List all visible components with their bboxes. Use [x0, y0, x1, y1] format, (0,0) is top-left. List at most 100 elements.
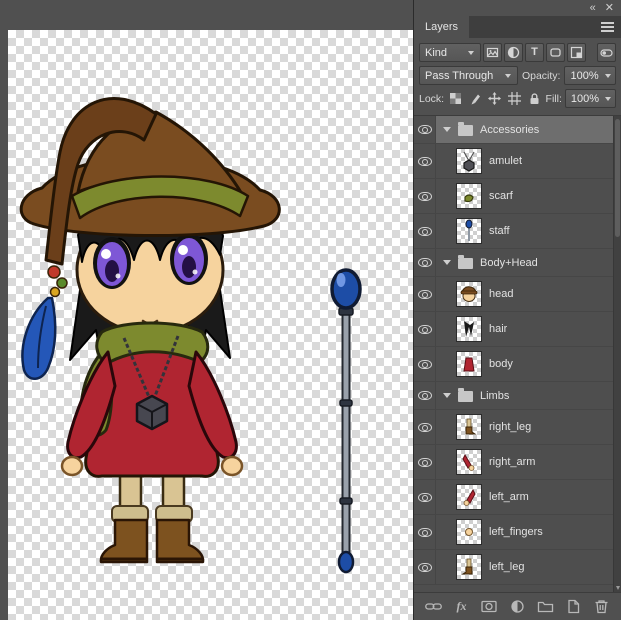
visibility-toggle[interactable] — [414, 445, 436, 479]
toggle-switch-icon — [600, 46, 613, 59]
add-layer-mask-button[interactable] — [480, 598, 499, 615]
new-layer-button[interactable] — [564, 598, 583, 615]
lock-all-button[interactable] — [526, 90, 543, 107]
layer-row-body[interactable]: body — [414, 347, 613, 382]
filter-toggle-button[interactable] — [597, 43, 616, 62]
layers-panel: « ✕ Layers Kind — [413, 0, 621, 620]
layer-thumbnail-right-arm[interactable] — [456, 449, 482, 475]
opacity-label: Opacity: — [522, 70, 561, 82]
type-filter-button[interactable]: T — [525, 43, 544, 62]
layer-thumbnail-amulet[interactable] — [456, 148, 482, 174]
tab-layers[interactable]: Layers — [414, 16, 469, 38]
chevron-down-icon — [505, 74, 511, 78]
chevron-down-icon — [605, 74, 611, 78]
visibility-toggle[interactable] — [414, 515, 436, 549]
layer-row-left-fingers[interactable]: left_fingers — [414, 515, 613, 550]
layer-thumbnail-scarf[interactable] — [456, 183, 482, 209]
eye-icon — [418, 423, 432, 432]
pixel-filter-button[interactable] — [483, 43, 502, 62]
visibility-toggle[interactable] — [414, 179, 436, 213]
visibility-toggle[interactable] — [414, 382, 436, 409]
kind-filter-select[interactable]: Kind — [419, 43, 481, 62]
visibility-toggle[interactable] — [414, 249, 436, 276]
panel-bottom-bar: fx — [414, 593, 621, 620]
visibility-toggle[interactable] — [414, 480, 436, 514]
lock-label: Lock: — [419, 93, 444, 105]
blend-mode-select[interactable]: Pass Through — [419, 66, 518, 85]
tab-layers-label: Layers — [425, 21, 458, 33]
scroll-down-icon[interactable] — [616, 586, 620, 590]
scrollbar-thumb[interactable] — [615, 119, 620, 237]
layer-thumbnail-staff[interactable] — [456, 218, 482, 244]
layer-row-left-leg[interactable]: left_leg — [414, 550, 613, 585]
layer-group-row-limbs[interactable]: Limbs — [414, 382, 613, 410]
visibility-toggle[interactable] — [414, 214, 436, 248]
new-group-button[interactable] — [536, 598, 555, 615]
smart-object-filter-button[interactable] — [567, 43, 586, 62]
layer-label: hair — [489, 323, 507, 335]
lock-pixels-button[interactable] — [467, 90, 484, 107]
layer-row-hair[interactable]: hair — [414, 312, 613, 347]
link-layers-button[interactable] — [424, 598, 443, 615]
collapse-panel-icon[interactable]: « — [590, 0, 596, 16]
layer-row-head[interactable]: head — [414, 277, 613, 312]
layer-thumbnail-right-leg[interactable] — [456, 414, 482, 440]
layer-thumbnail-left-leg[interactable] — [456, 554, 482, 580]
layer-effects-button[interactable]: fx — [452, 598, 471, 615]
chevron-down-icon[interactable] — [443, 260, 451, 265]
layer-group-row-accessories[interactable]: Accessories — [414, 116, 613, 144]
eye-icon — [418, 563, 432, 572]
eye-icon — [418, 325, 432, 334]
chevron-down-icon[interactable] — [443, 127, 451, 132]
visibility-toggle[interactable] — [414, 550, 436, 584]
visibility-toggle[interactable] — [414, 312, 436, 346]
panel-chrome: « ✕ — [414, 0, 621, 16]
shape-filter-button[interactable] — [546, 43, 565, 62]
close-panel-icon[interactable]: ✕ — [605, 0, 614, 16]
staff-illustration — [332, 270, 360, 572]
layer-row-right-leg[interactable]: right_leg — [414, 410, 613, 445]
layer-row-right-arm[interactable]: right_arm — [414, 445, 613, 480]
application-window: « ✕ Layers Kind — [0, 0, 621, 620]
hat-beads — [48, 266, 67, 297]
adjustment-layer-icon — [507, 46, 520, 59]
new-layer-icon — [565, 599, 582, 614]
visibility-toggle[interactable] — [414, 410, 436, 444]
document-canvas[interactable] — [8, 30, 413, 620]
layer-row-left-arm[interactable]: left_arm — [414, 480, 613, 515]
chevron-down-icon[interactable] — [443, 393, 451, 398]
layer-thumbnail-head[interactable] — [456, 281, 482, 307]
filter-row: Kind T — [419, 43, 616, 62]
lock-artboard-button[interactable] — [506, 90, 523, 107]
eye-icon — [418, 192, 432, 201]
visibility-toggle[interactable] — [414, 144, 436, 178]
visibility-toggle[interactable] — [414, 347, 436, 381]
panel-menu-button[interactable] — [594, 16, 621, 38]
layer-row-staff[interactable]: staff — [414, 214, 613, 249]
layer-row-scarf[interactable]: scarf — [414, 179, 613, 214]
layer-group-row-body-head[interactable]: Body+Head — [414, 249, 613, 277]
layer-row-amulet[interactable]: amulet — [414, 144, 613, 179]
opacity-select[interactable]: 100% — [564, 66, 616, 85]
kind-filter-label: Kind — [425, 47, 453, 59]
fill-select[interactable]: 100% — [565, 89, 616, 108]
chevron-down-icon — [605, 97, 611, 101]
new-adjustment-layer-button[interactable] — [508, 598, 527, 615]
layer-thumbnail-left-fingers[interactable] — [456, 519, 482, 545]
lock-transparency-button[interactable] — [447, 90, 464, 107]
layer-label: staff — [489, 225, 510, 237]
layer-thumbnail-body[interactable] — [456, 351, 482, 377]
lock-position-button[interactable] — [486, 90, 503, 107]
layer-thumbnail-left-arm[interactable] — [456, 484, 482, 510]
adjustment-filter-button[interactable] — [504, 43, 523, 62]
pixel-layer-icon — [486, 46, 499, 59]
visibility-toggle[interactable] — [414, 116, 436, 143]
brush-icon — [469, 92, 482, 105]
visibility-toggle[interactable] — [414, 277, 436, 311]
lock-row: Lock: — [419, 89, 616, 108]
head-thumb-art — [457, 282, 481, 306]
layer-thumbnail-hair[interactable] — [456, 316, 482, 342]
delete-layer-button[interactable] — [592, 598, 611, 615]
layer-list-scrollbar[interactable] — [613, 116, 621, 592]
fx-icon: fx — [457, 599, 467, 614]
